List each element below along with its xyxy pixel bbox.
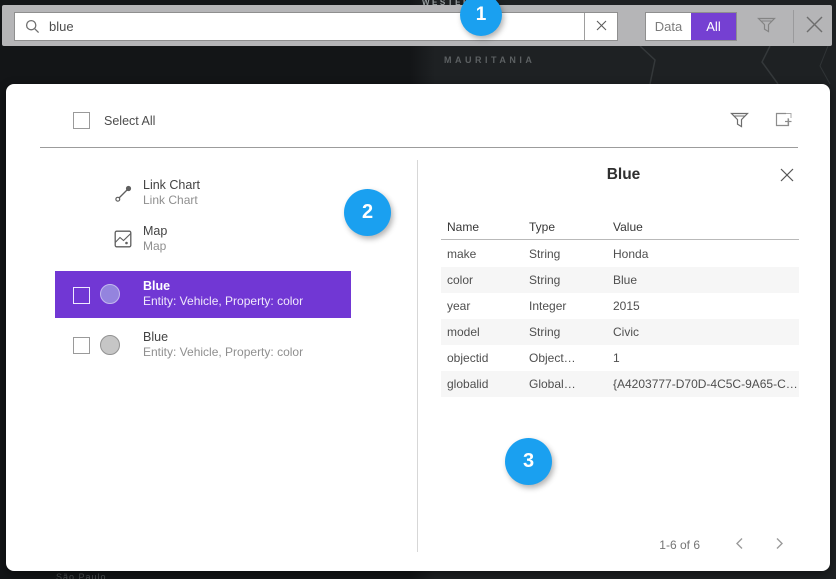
search-toolbar: Data All (2, 5, 832, 46)
link-chart-icon (112, 184, 134, 203)
result-text: Blue Entity: Vehicle, Property: color (143, 330, 303, 360)
entity-circle-icon (100, 284, 120, 304)
detail-title: Blue (417, 166, 830, 184)
scope-option-data[interactable]: Data (646, 13, 691, 40)
cell-value: 1 (607, 351, 799, 365)
select-all-label: Select All (104, 114, 155, 128)
result-subtitle: Map (143, 239, 167, 254)
detail-close-button[interactable] (776, 166, 798, 186)
search-icon (15, 19, 49, 34)
result-title: Blue (143, 330, 303, 345)
search-clear-button[interactable] (584, 13, 617, 40)
result-checkbox[interactable] (73, 287, 90, 304)
table-row: year Integer 2015 (441, 293, 799, 319)
result-item-blue[interactable]: Blue Entity: Vehicle, Property: color (6, 325, 410, 365)
result-subtitle: Entity: Vehicle, Property: color (143, 294, 303, 309)
chevron-right-icon (775, 537, 784, 553)
chevron-left-icon (735, 537, 744, 553)
result-text: Map Map (143, 224, 167, 254)
properties-table: Name Type Value make String Honda color … (441, 215, 799, 397)
result-title: Blue (143, 279, 303, 294)
cell-type: Integer (523, 299, 607, 313)
cell-type: String (523, 247, 607, 261)
panel-filter-button[interactable] (728, 110, 750, 132)
map-icon (112, 230, 134, 248)
toolbar-close-button[interactable] (800, 13, 828, 39)
search-input[interactable] (49, 19, 584, 34)
result-text: Link Chart Link Chart (143, 178, 200, 208)
result-title: Map (143, 224, 167, 239)
table-row: color String Blue (441, 267, 799, 293)
cell-value: {A4203777-D70D-4C5C-9A65-C… (607, 377, 799, 391)
result-item-blue-selected[interactable]: Blue Entity: Vehicle, Property: color (55, 271, 351, 318)
column-header-value: Value (607, 220, 799, 234)
pagination-label: 1-6 of 6 (659, 538, 700, 552)
cell-type: Global… (523, 377, 607, 391)
table-row: objectid Object… 1 (441, 345, 799, 371)
panel-column-divider (417, 160, 418, 552)
result-checkbox[interactable] (73, 337, 90, 354)
cell-value: Honda (607, 247, 799, 261)
cell-value: Blue (607, 273, 799, 287)
result-subtitle: Link Chart (143, 193, 200, 208)
table-row: model String Civic (441, 319, 799, 345)
add-selection-icon (774, 117, 794, 132)
toolbar-filter-button[interactable] (752, 13, 780, 39)
cell-name: color (441, 273, 523, 287)
select-all-checkbox[interactable] (73, 112, 90, 129)
page-next-button[interactable] (766, 534, 792, 556)
cell-value: 2015 (607, 299, 799, 313)
select-all-row: Select All (73, 112, 155, 129)
cell-name: objectid (441, 351, 523, 365)
result-subtitle: Entity: Vehicle, Property: color (143, 345, 303, 360)
page-previous-button[interactable] (726, 534, 752, 556)
entity-circle-icon (100, 335, 120, 355)
panel-header-divider (40, 147, 798, 148)
cell-value: Civic (607, 325, 799, 339)
cell-type: Object… (523, 351, 607, 365)
map-label-sao-paulo: São Paulo (56, 572, 107, 579)
annotation-callout-3: 3 (505, 438, 552, 485)
pagination: 1-6 of 6 (659, 534, 792, 556)
table-row: globalid Global… {A4203777-D70D-4C5C-9A6… (441, 371, 799, 397)
cell-name: make (441, 247, 523, 261)
toolbar-divider (793, 10, 794, 43)
close-x-icon (805, 15, 824, 37)
cell-type: String (523, 273, 607, 287)
add-selection-button[interactable] (772, 110, 796, 132)
table-header-row: Name Type Value (441, 215, 799, 239)
cell-type: String (523, 325, 607, 339)
filter-funnel-icon (757, 16, 776, 37)
app-window: WESTERN MAURITANIA São Paulo Data All (0, 0, 836, 579)
table-body: make String Honda color String Blue year… (441, 241, 799, 397)
table-row: make String Honda (441, 241, 799, 267)
clear-x-icon (596, 19, 607, 34)
search-bar (14, 12, 618, 41)
cell-name: year (441, 299, 523, 313)
map-label-mauritania: MAURITANIA (444, 55, 535, 65)
cell-name: globalid (441, 377, 523, 391)
column-header-type: Type (523, 220, 607, 234)
table-header-divider (441, 239, 799, 240)
cell-name: model (441, 325, 523, 339)
annotation-callout-2: 2 (344, 189, 391, 236)
column-header-name: Name (441, 220, 523, 234)
close-x-icon (779, 171, 795, 186)
search-results-panel: Select All Link Chart Link Chart (6, 84, 830, 571)
result-text: Blue Entity: Vehicle, Property: color (143, 279, 303, 309)
search-scope-toggle: Data All (645, 12, 737, 41)
filter-funnel-icon (730, 117, 749, 132)
result-title: Link Chart (143, 178, 200, 193)
scope-option-all[interactable]: All (691, 13, 736, 40)
